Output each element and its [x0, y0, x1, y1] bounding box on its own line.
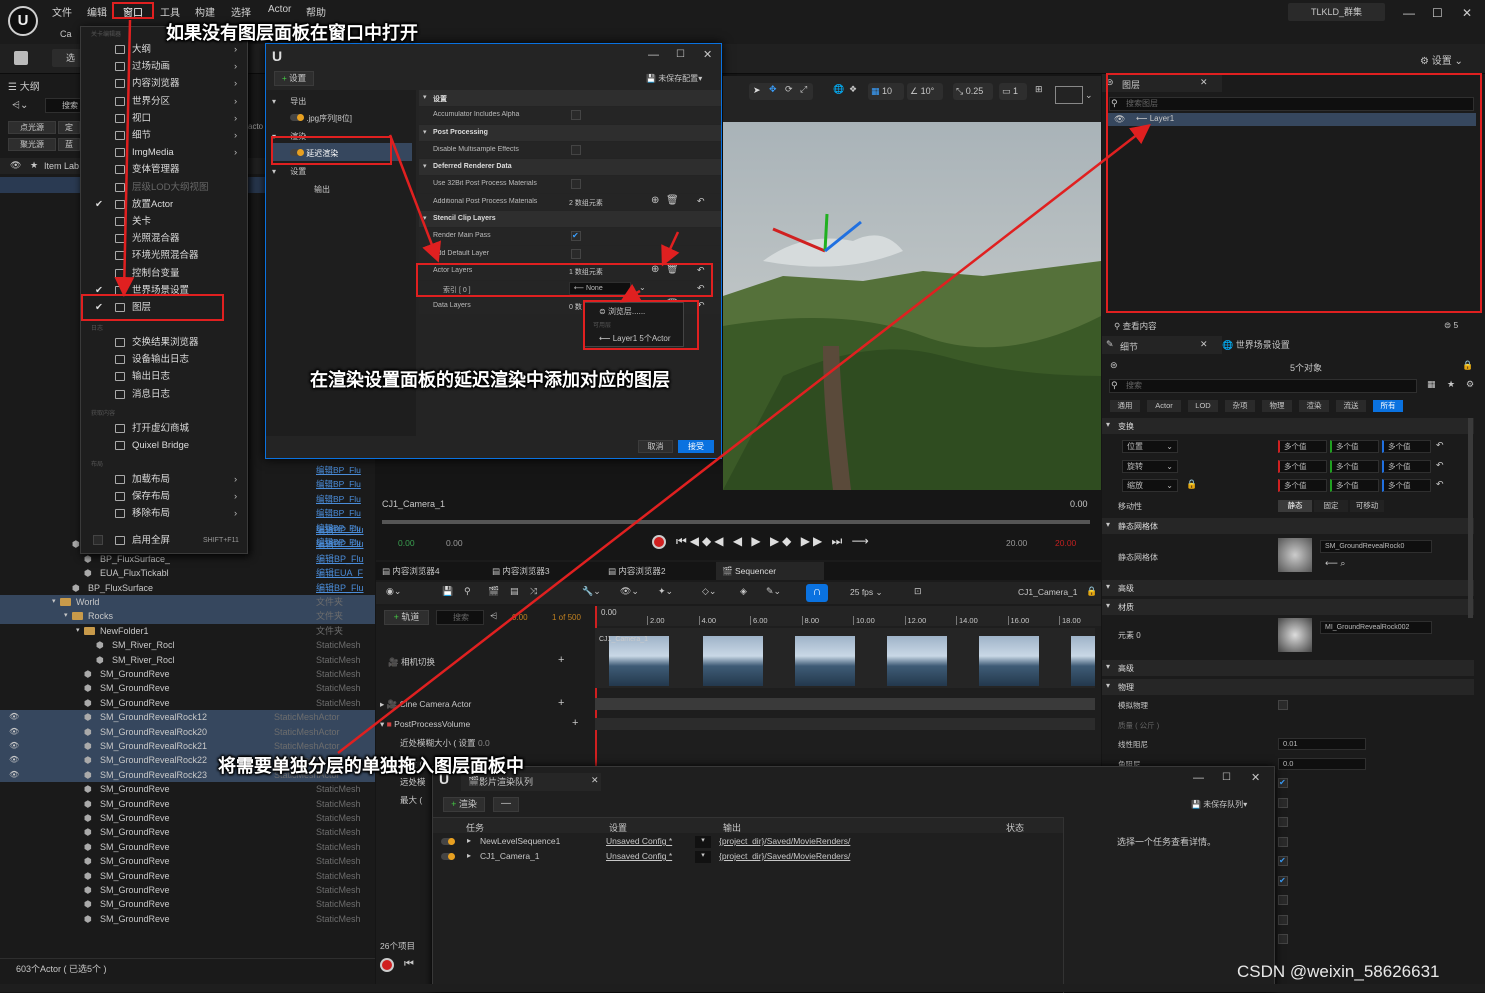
arrow-menu-to-layers	[114, 19, 135, 297]
arrow-drag-to-layers	[337, 123, 1151, 754]
annotation-middle: 在渲染设置面板的延迟渲染中添加对应的图层	[310, 370, 670, 391]
annotation-bottom: 将需要单独分层的单独拖入图层面板中	[218, 756, 524, 777]
annotation-top: 如果没有图层面板在窗口中打开	[166, 23, 418, 44]
annotation-arrows	[114, 19, 1151, 754]
arrow-deferred-to-actor-layers	[388, 134, 441, 263]
arrow-add-element	[661, 231, 680, 267]
status-bar	[0, 984, 1485, 992]
arrow-dropdown	[619, 283, 642, 303]
watermark: CSDN @weixin_58626631	[1237, 962, 1440, 981]
